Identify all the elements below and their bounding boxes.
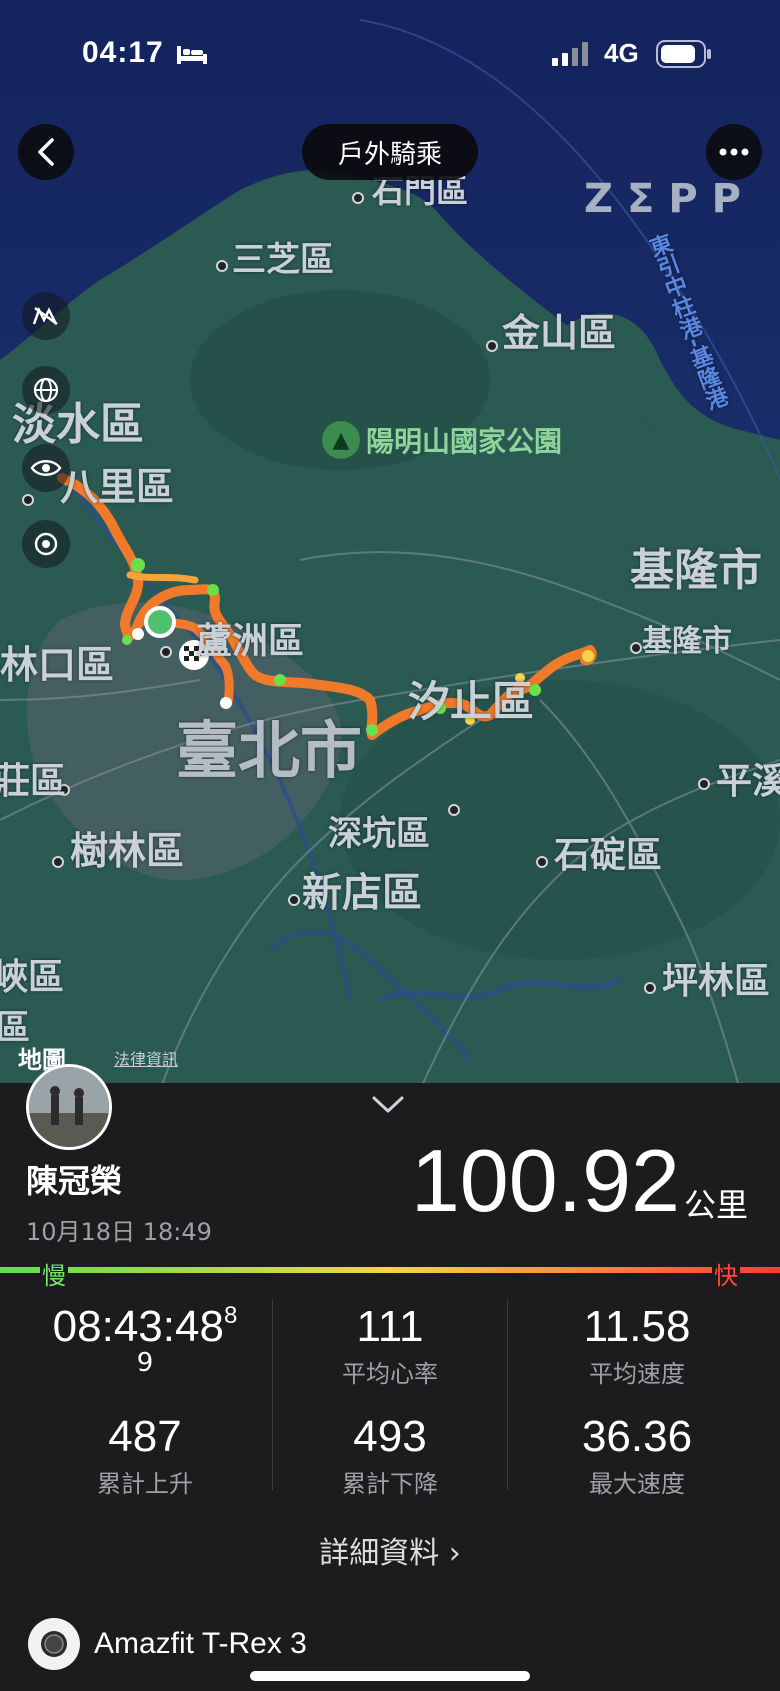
- home-indicator[interactable]: [250, 1671, 530, 1681]
- speed-fast-label: 快: [712, 1256, 740, 1291]
- collapse-chevron-icon[interactable]: [370, 1094, 406, 1116]
- stat-value: 487: [108, 1412, 182, 1461]
- chevron-left-icon: [38, 138, 54, 166]
- map-label-linkou: 林口區: [0, 643, 115, 687]
- activity-type-title: 戶外騎乘: [302, 124, 478, 180]
- back-button[interactable]: [18, 124, 74, 180]
- map-label-edge-sw: 峽區: [0, 957, 65, 998]
- stat-value: 111: [356, 1302, 424, 1351]
- map-label-keelung-small: 基隆市: [642, 624, 732, 659]
- map-3d-toggle-icon: [32, 306, 58, 326]
- map-label-bali: 八里區: [60, 465, 175, 509]
- avatar[interactable]: [26, 1064, 112, 1150]
- more-button[interactable]: [706, 124, 762, 180]
- speed-slow-label: 慢: [40, 1256, 68, 1291]
- map-label-shiding: 石碇區: [554, 835, 663, 876]
- watch-icon: [28, 1618, 80, 1670]
- status-time: 04:17: [82, 36, 164, 69]
- map-label-keelung-city: 基隆市: [630, 545, 762, 596]
- map-label-xindian: 新店區: [302, 870, 422, 916]
- map-label-pinglin: 坪林區: [662, 961, 771, 1002]
- stat-max-speed: 36.36 最大速度: [512, 1412, 762, 1499]
- stat-avg-speed: 11.58 平均速度: [512, 1302, 762, 1389]
- stat-elevation-loss: 493 累計下降: [265, 1412, 515, 1499]
- battery-icon: [656, 40, 711, 68]
- avatar-photo: [29, 1067, 109, 1147]
- map-label-shulin: 樹林區: [70, 829, 185, 873]
- device-name: Amazfit T-Rex 3: [94, 1627, 307, 1660]
- map-style-button[interactable]: [22, 292, 70, 340]
- map-label-xizhi: 汐止區: [408, 677, 535, 726]
- stat-label: 平均速度: [589, 1360, 685, 1388]
- legal-link[interactable]: 法律資訊: [114, 1046, 178, 1070]
- map-label-shenkeng: 深坑區: [328, 814, 430, 854]
- activity-datetime: 10月18日 18:49: [26, 1218, 212, 1246]
- stat-label: 累計下降: [342, 1470, 438, 1498]
- stat-avg-heart-rate: 111 平均心率: [265, 1302, 515, 1389]
- details-link[interactable]: 詳細資料 ›: [0, 1528, 780, 1572]
- visibility-button[interactable]: [22, 444, 70, 492]
- map-label-taipei: 臺北市: [176, 714, 363, 787]
- stat-value: 11.58: [583, 1302, 691, 1351]
- map-layer-button[interactable]: [22, 366, 70, 414]
- more-dots-icon: [719, 148, 749, 156]
- stat-value: 493: [353, 1412, 427, 1461]
- map-label-pingxi: 平溪: [716, 761, 780, 802]
- park-poi[interactable]: ▲ 陽明山國家公園: [322, 420, 562, 460]
- start-marker: [144, 606, 176, 638]
- device-row[interactable]: Amazfit T-Rex 3: [28, 1618, 307, 1670]
- stat-value-superscript: 8: [223, 1302, 238, 1329]
- locate-button[interactable]: [22, 520, 70, 568]
- stat-value: 36.36: [581, 1412, 693, 1461]
- locate-icon: [34, 532, 58, 556]
- distance-value: 100.92: [410, 1131, 680, 1230]
- map-label-edge-west: 莊區: [0, 761, 67, 802]
- stat-value: 08:43:48: [52, 1302, 224, 1351]
- network-type: 4G: [604, 38, 639, 68]
- map-label-sanzhi: 三芝區: [232, 240, 334, 280]
- stat-label: 最大速度: [589, 1470, 685, 1498]
- stat-label: 累計上升: [97, 1470, 193, 1498]
- globe-icon: [33, 377, 59, 403]
- speed-gradient-bar: [0, 1267, 780, 1273]
- stat-value-subscript: 9: [136, 1348, 154, 1378]
- cellular-signal-icon: [552, 42, 588, 66]
- map-label-jinshan: 金山區: [502, 311, 617, 355]
- user-name: 陳冠榮: [26, 1162, 123, 1200]
- park-label: 陽明山國家公園: [366, 425, 563, 458]
- sleep-mode-icon: [177, 46, 207, 64]
- map-label-luzhou: 蘆洲區: [196, 621, 305, 662]
- distance-unit: 公里: [684, 1186, 749, 1224]
- stat-elevation-gain: 487 累計上升: [20, 1412, 270, 1499]
- tree-icon: ▲: [322, 421, 360, 459]
- status-bar: 04:17 4G: [0, 34, 780, 74]
- zepp-watermark: ZΣPP: [584, 176, 755, 222]
- stat-label: 平均心率: [342, 1360, 438, 1388]
- eye-icon: [30, 460, 62, 476]
- stat-duration: 08:43:488 9: [20, 1302, 270, 1378]
